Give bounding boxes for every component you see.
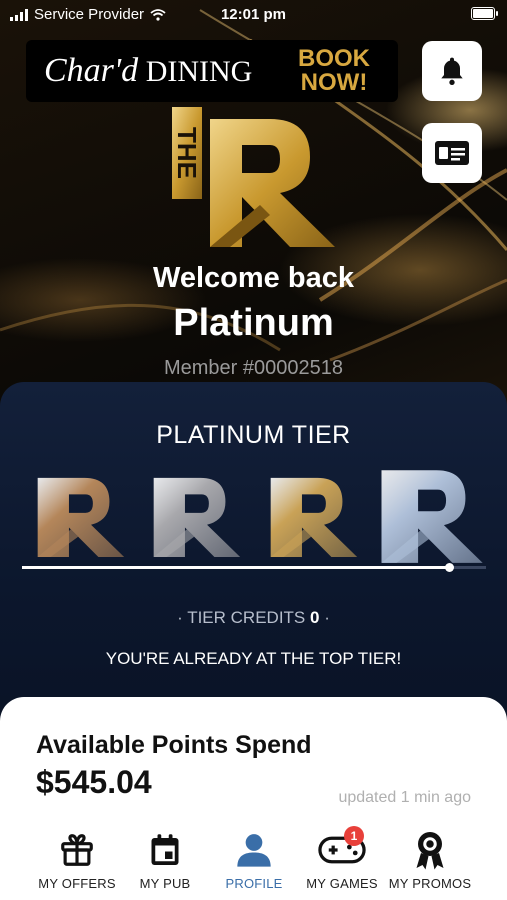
the-r-logo: THE <box>172 107 335 247</box>
tier-progress-fill <box>22 566 449 569</box>
dining-promo-banner[interactable]: Char'd DINING BOOK NOW! <box>26 40 398 102</box>
member-card-button[interactable] <box>422 123 482 183</box>
book-now-button[interactable]: BOOK NOW! <box>298 47 370 95</box>
nav-label: MY PROMOS <box>388 876 472 891</box>
tier-logo-silver <box>153 477 241 557</box>
award-icon <box>416 832 444 870</box>
tier-progress-knob <box>445 563 454 572</box>
top-tier-message: YOU'RE ALREADY AT THE TOP TIER! <box>105 649 402 668</box>
tier-credits: · TIER CREDITS 0 · <box>0 608 507 628</box>
brand-script: Char'd <box>44 52 139 89</box>
member-number: Member #00002518 <box>163 357 343 379</box>
tier-logo-bronze <box>37 477 125 557</box>
nav-my-pub[interactable]: MY PUB <box>115 828 215 891</box>
bell-icon <box>441 57 463 85</box>
points-updated: updated 1 min ago <box>338 789 471 806</box>
bottom-nav: MY OFFERS MY PUB PROFILE 1 MY GAMES MY P… <box>0 826 507 900</box>
book-line-1: BOOK <box>298 45 370 72</box>
nav-label: MY OFFERS <box>38 876 116 891</box>
status-bar: Service Provider 12:01 pm <box>0 0 507 28</box>
dining-brand: Char'd DINING <box>44 52 252 90</box>
points-label: Available Points Spend <box>36 731 312 759</box>
nav-profile[interactable]: PROFILE <box>204 828 304 891</box>
tier-logo-platinum <box>381 470 483 563</box>
member-card-icon <box>435 141 469 165</box>
nav-my-games[interactable]: 1 MY GAMES <box>292 826 392 891</box>
gift-icon <box>61 834 93 866</box>
nav-label: MY GAMES <box>306 876 378 891</box>
tier-credits-label: · TIER CREDITS <box>177 608 306 627</box>
member-name: Platinum <box>173 302 334 344</box>
nav-label: MY PUB <box>139 876 191 891</box>
notifications-button[interactable] <box>422 41 482 101</box>
points-value: $545.04 <box>36 764 152 800</box>
status-time: 12:01 pm <box>220 6 287 23</box>
person-icon <box>237 834 271 867</box>
games-badge: 1 <box>344 826 364 846</box>
tier-title: PLATINUM TIER <box>156 421 351 449</box>
tier-progress-bar <box>22 563 486 572</box>
nav-label: PROFILE <box>225 876 283 891</box>
nav-my-promos[interactable]: MY PROMOS <box>380 828 480 891</box>
battery-icon <box>471 7 498 20</box>
app-screen: Service Provider 12:01 pm Char'd DINING … <box>0 0 507 900</box>
calendar-icon <box>151 834 179 865</box>
welcome-greeting: Welcome back <box>153 262 354 294</box>
book-line-2: NOW! <box>300 69 368 96</box>
logo-the-text: THE <box>172 127 202 179</box>
brand-word: DINING <box>145 55 253 88</box>
tier-credits-value: 0 <box>310 608 320 627</box>
tier-logo-gold <box>270 477 358 557</box>
tier-credits-suffix: · <box>324 608 330 627</box>
nav-my-offers[interactable]: MY OFFERS <box>27 828 127 891</box>
